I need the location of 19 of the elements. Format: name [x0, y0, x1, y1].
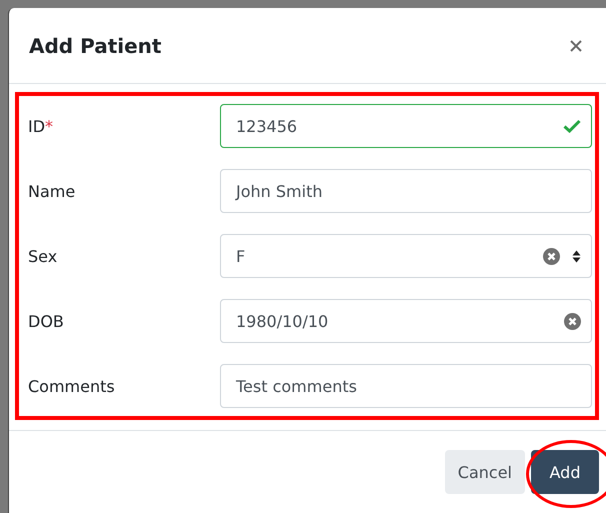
- sort-caret-icon[interactable]: [572, 250, 581, 262]
- date-field[interactable]: 1980/10/10: [220, 299, 592, 343]
- required-mark: *: [45, 116, 54, 136]
- field-label: Comments: [28, 376, 116, 396]
- field-label: Sex: [28, 246, 58, 266]
- close-icon[interactable]: [569, 38, 583, 52]
- add-button[interactable]: Add: [531, 450, 599, 494]
- cancel-button[interactable]: Cancel: [444, 450, 525, 494]
- field-label: ID*: [28, 116, 54, 136]
- clear-icon[interactable]: [564, 312, 581, 330]
- input-field[interactable]: 123456: [220, 104, 592, 148]
- clear-icon[interactable]: [543, 248, 560, 264]
- dialog-title: Add Patient: [29, 34, 162, 58]
- field-label: DOB: [28, 312, 65, 330]
- input-field[interactable]: Test comments: [220, 364, 592, 408]
- checkmark-icon: [563, 119, 581, 133]
- field-label: Name: [28, 182, 76, 200]
- input-field[interactable]: John Smith: [220, 169, 592, 213]
- select-field[interactable]: F: [220, 234, 592, 278]
